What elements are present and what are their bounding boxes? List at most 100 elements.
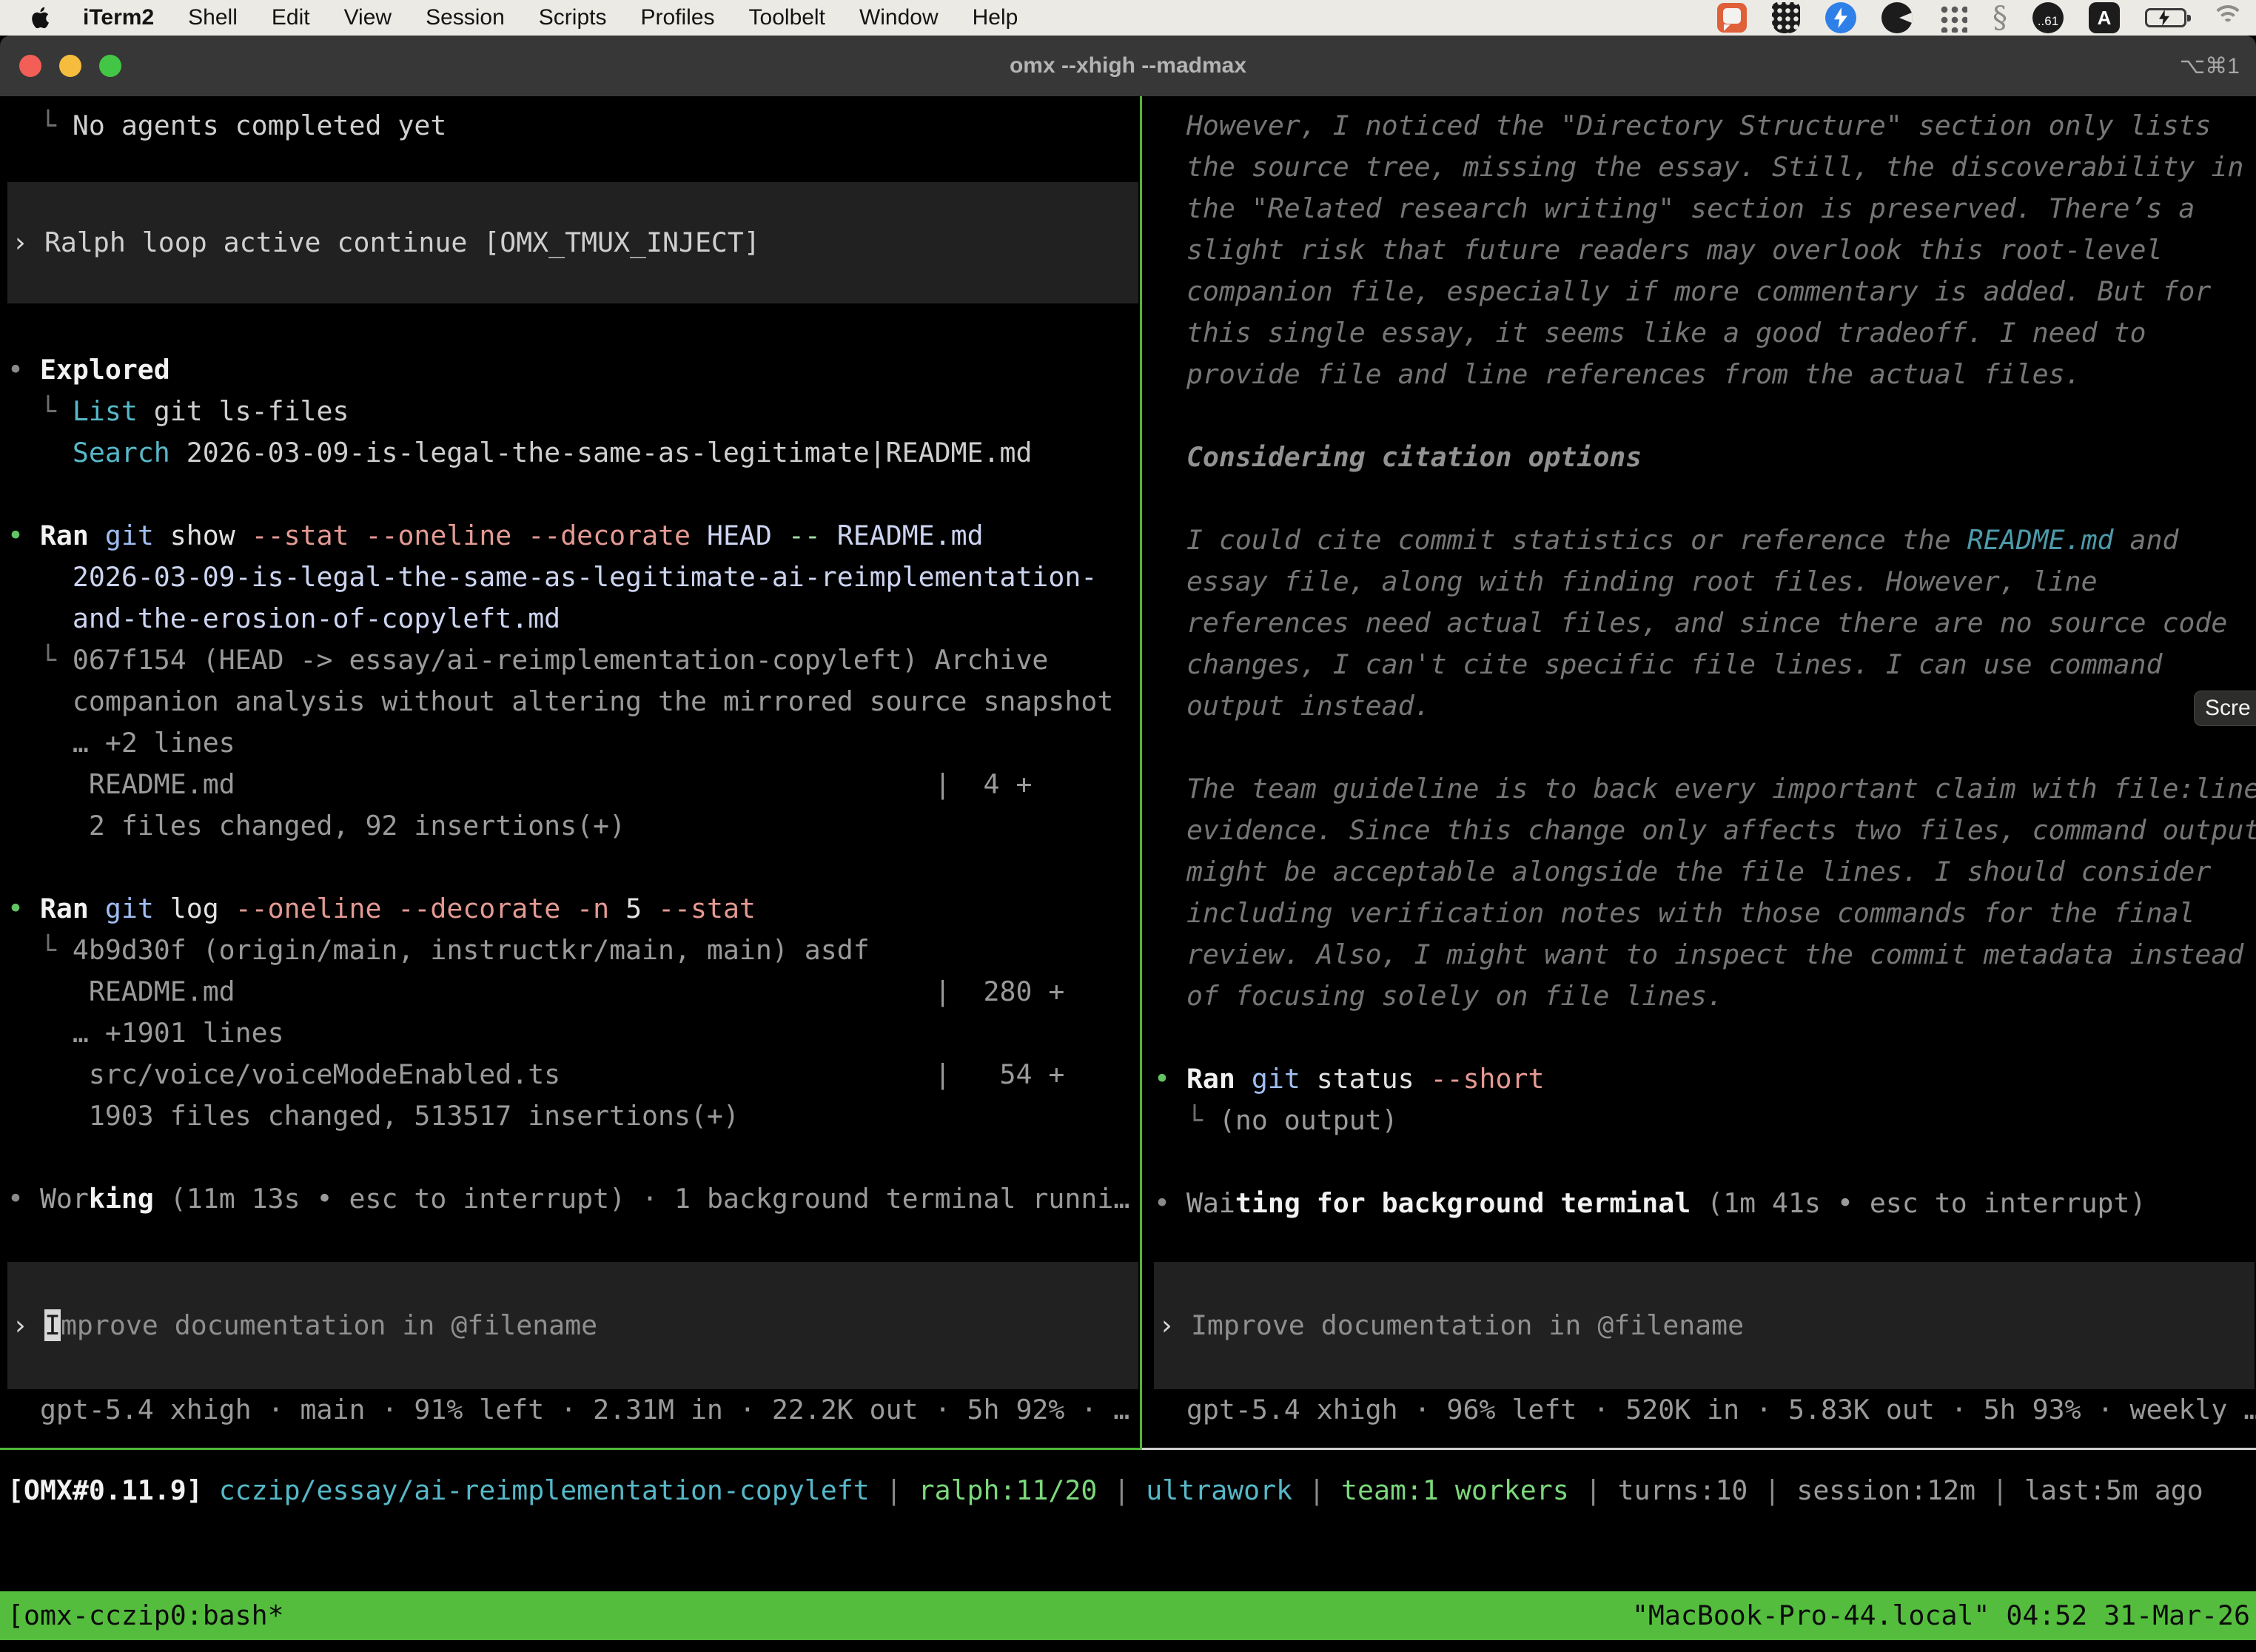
terminal-line: └ 067f154 (HEAD -> essay/ai-reimplementa…: [7, 639, 1140, 681]
pane-border-left-active: [0, 1448, 1142, 1450]
terminal-line: • Ran git show --stat --oneline --decora…: [7, 515, 1140, 557]
window-title: omx --xhigh --madmax: [0, 53, 2256, 78]
tmux-pane-right[interactable]: However, I noticed the "Directory Struct…: [1154, 96, 2256, 1448]
terminal-line: this single essay, it seems like a good …: [1154, 312, 2256, 354]
menu-bar: iTerm2 Shell Edit View Session Scripts Profile…: [0, 0, 2256, 36]
terminal-line: … +1901 lines: [7, 1013, 1140, 1054]
menu-status-icons: § ..61 A: [1717, 0, 2244, 36]
terminal-line: and-the-erosion-of-copyleft.md: [7, 598, 1140, 639]
menu-item-iterm2[interactable]: iTerm2: [83, 5, 154, 30]
terminal-line: might be acceptable alongside the file l…: [1154, 851, 2256, 893]
menu-item-edit[interactable]: Edit: [272, 5, 310, 30]
terminal-line: 2026-03-09-is-legal-the-same-as-legitima…: [7, 557, 1140, 598]
terminal-line: README.md | 4 +: [7, 764, 1140, 805]
terminal-line: The team guideline is to back every impo…: [1154, 768, 2256, 810]
terminal-line: the source tree, missing the essay. Stil…: [1154, 147, 2256, 188]
badge-61-icon[interactable]: ..61: [2032, 2, 2064, 33]
window-shortcut-badge: ⌥⌘1: [2180, 53, 2240, 79]
blank-line: [1154, 478, 2256, 520]
menu-item-scripts[interactable]: Scripts: [539, 5, 607, 30]
terminal-line: the "Related research writing" section i…: [1154, 188, 2256, 229]
chat-app-icon[interactable]: [1717, 3, 1747, 33]
terminal-line: review. Also, I might want to inspect th…: [1154, 934, 2256, 976]
terminal-line: └ 4b9d30f (origin/main, instructkr/main,…: [7, 930, 1140, 971]
terminal-line: └ (no output): [1154, 1100, 2256, 1141]
shield-grid-icon[interactable]: [1772, 2, 1800, 33]
terminal-line: … +2 lines: [7, 722, 1140, 764]
prompt-input[interactable]: › Improve documentation in @filename: [1154, 1262, 2255, 1389]
letter-a-app-icon[interactable]: A: [2089, 2, 2120, 33]
wifi-icon[interactable]: [2212, 5, 2244, 30]
terminal-line: including verification notes with those …: [1154, 893, 2256, 934]
window-title-bar: omx --xhigh --madmax ⌥⌘1: [0, 36, 2256, 96]
dots-grid-icon[interactable]: [1938, 3, 1967, 33]
prompt-input[interactable]: › Improve documentation in @filename: [12, 1305, 1138, 1346]
terminal-line: Considering citation options: [1154, 437, 2256, 478]
terminal-line: • Waiting for background terminal (1m 41…: [1154, 1183, 2256, 1224]
blank-line: [1154, 1224, 2256, 1262]
blank-line: [7, 147, 1140, 182]
terminal-line: I could cite commit statistics or refere…: [1154, 520, 2256, 561]
terminal-line: provide file and line references from th…: [1154, 354, 2256, 395]
terminal-line: └ No agents completed yet: [7, 105, 1140, 147]
blank-line: [7, 1137, 1140, 1178]
terminal-line: slight risk that future readers may over…: [1154, 229, 2256, 271]
screen-share-label: Scre: [2205, 696, 2251, 721]
terminal-line: companion file, especially if more comme…: [1154, 271, 2256, 312]
prompt-input[interactable]: › Improve documentation in @filename: [7, 1262, 1138, 1389]
squiggle-app-icon[interactable]: §: [1993, 3, 2007, 33]
omx-status-line: [OMX#0.11.9] cczip/essay/ai-reimplementa…: [7, 1470, 2203, 1511]
lightning-badge-icon[interactable]: [1825, 2, 1856, 33]
terminal-line: 2 files changed, 92 insertions(+): [7, 805, 1140, 847]
menu-item-profiles[interactable]: Profiles: [640, 5, 714, 30]
pacman-app-icon[interactable]: [1881, 2, 1913, 33]
terminal-line: gpt-5.4 xhigh · main · 91% left · 2.31M …: [7, 1389, 1140, 1431]
menu-item-shell[interactable]: Shell: [188, 5, 238, 30]
terminal-line: src/voice/voiceModeEnabled.ts | 54 +: [7, 1054, 1140, 1095]
tmux-status-bar: [omx-cczip0:bash* "MacBook-Pro-44.local"…: [0, 1591, 2256, 1640]
terminal-line: README.md | 280 +: [7, 971, 1140, 1013]
blank-line: [7, 847, 1140, 888]
tmux-host-clock-label: "MacBook-Pro-44.local" 04:52 31-Mar-26: [1632, 1591, 2250, 1640]
terminal-line: • Ran git log --oneline --decorate -n 5 …: [7, 888, 1140, 930]
terminal-line: companion analysis without altering the …: [7, 681, 1140, 722]
blank-line: [1154, 1017, 2256, 1058]
terminal-line: evidence. Since this change only affects…: [1154, 810, 2256, 851]
terminal-line: output instead.: [1154, 685, 2256, 727]
pane-border-right-inactive: [1142, 1448, 2256, 1450]
blank-line: [1154, 1141, 2256, 1183]
terminal-line: • Ran git status --short: [1154, 1058, 2256, 1100]
screen-share-overlay[interactable]: Scre: [2194, 691, 2256, 726]
blank-line: [7, 474, 1140, 515]
menu-item-window[interactable]: Window: [859, 5, 939, 30]
menu-item-toolbelt[interactable]: Toolbelt: [749, 5, 825, 30]
menu-item-session[interactable]: Session: [426, 5, 505, 30]
terminal-line: 1903 files changed, 513517 insertions(+): [7, 1095, 1140, 1137]
terminal-line: Search 2026-03-09-is-legal-the-same-as-l…: [7, 432, 1140, 474]
terminal-line: references need actual files, and since …: [1154, 602, 2256, 644]
menu-item-help[interactable]: Help: [973, 5, 1018, 30]
terminal-line: of focusing solely on file lines.: [1154, 976, 2256, 1017]
ralph-loop-banner: › Ralph loop active continue [OMX_TMUX_I…: [7, 182, 1138, 303]
prompt-input[interactable]: › Improve documentation in @filename: [1158, 1305, 2255, 1346]
terminal-line: essay file, along with finding root file…: [1154, 561, 2256, 602]
terminal-line: gpt-5.4 xhigh · 96% left · 520K in · 5.8…: [1154, 1389, 2256, 1431]
terminal-line: • Explored: [7, 349, 1140, 391]
blank-line: [1154, 727, 2256, 768]
ralph-loop-banner: › Ralph loop active continue [OMX_TMUX_I…: [12, 222, 1138, 263]
blank-line: [7, 1220, 1140, 1262]
battery-icon[interactable]: [2145, 8, 2186, 27]
terminal-line: However, I noticed the "Directory Struct…: [1154, 105, 2256, 147]
terminal-line: changes, I can't cite specific file line…: [1154, 644, 2256, 685]
apple-menu-icon[interactable]: [28, 5, 53, 30]
blank-line: [7, 303, 1140, 349]
tmux-session-label: [omx-cczip0:bash*: [7, 1591, 284, 1640]
terminal-line: └ List git ls-files: [7, 391, 1140, 432]
blank-line: [1154, 395, 2256, 437]
menu-items: iTerm2 Shell Edit View Session Scripts Profile…: [83, 5, 1018, 30]
pane-divider[interactable]: [1140, 96, 1142, 1448]
menu-item-view[interactable]: View: [344, 5, 392, 30]
terminal-line: • Working (11m 13s • esc to interrupt) ·…: [7, 1178, 1140, 1220]
tmux-pane-left[interactable]: └ No agents completed yet › Ralph loop ac…: [7, 96, 1140, 1448]
terminal-content: └ No agents completed yet › Ralph loop ac…: [0, 96, 2256, 1652]
